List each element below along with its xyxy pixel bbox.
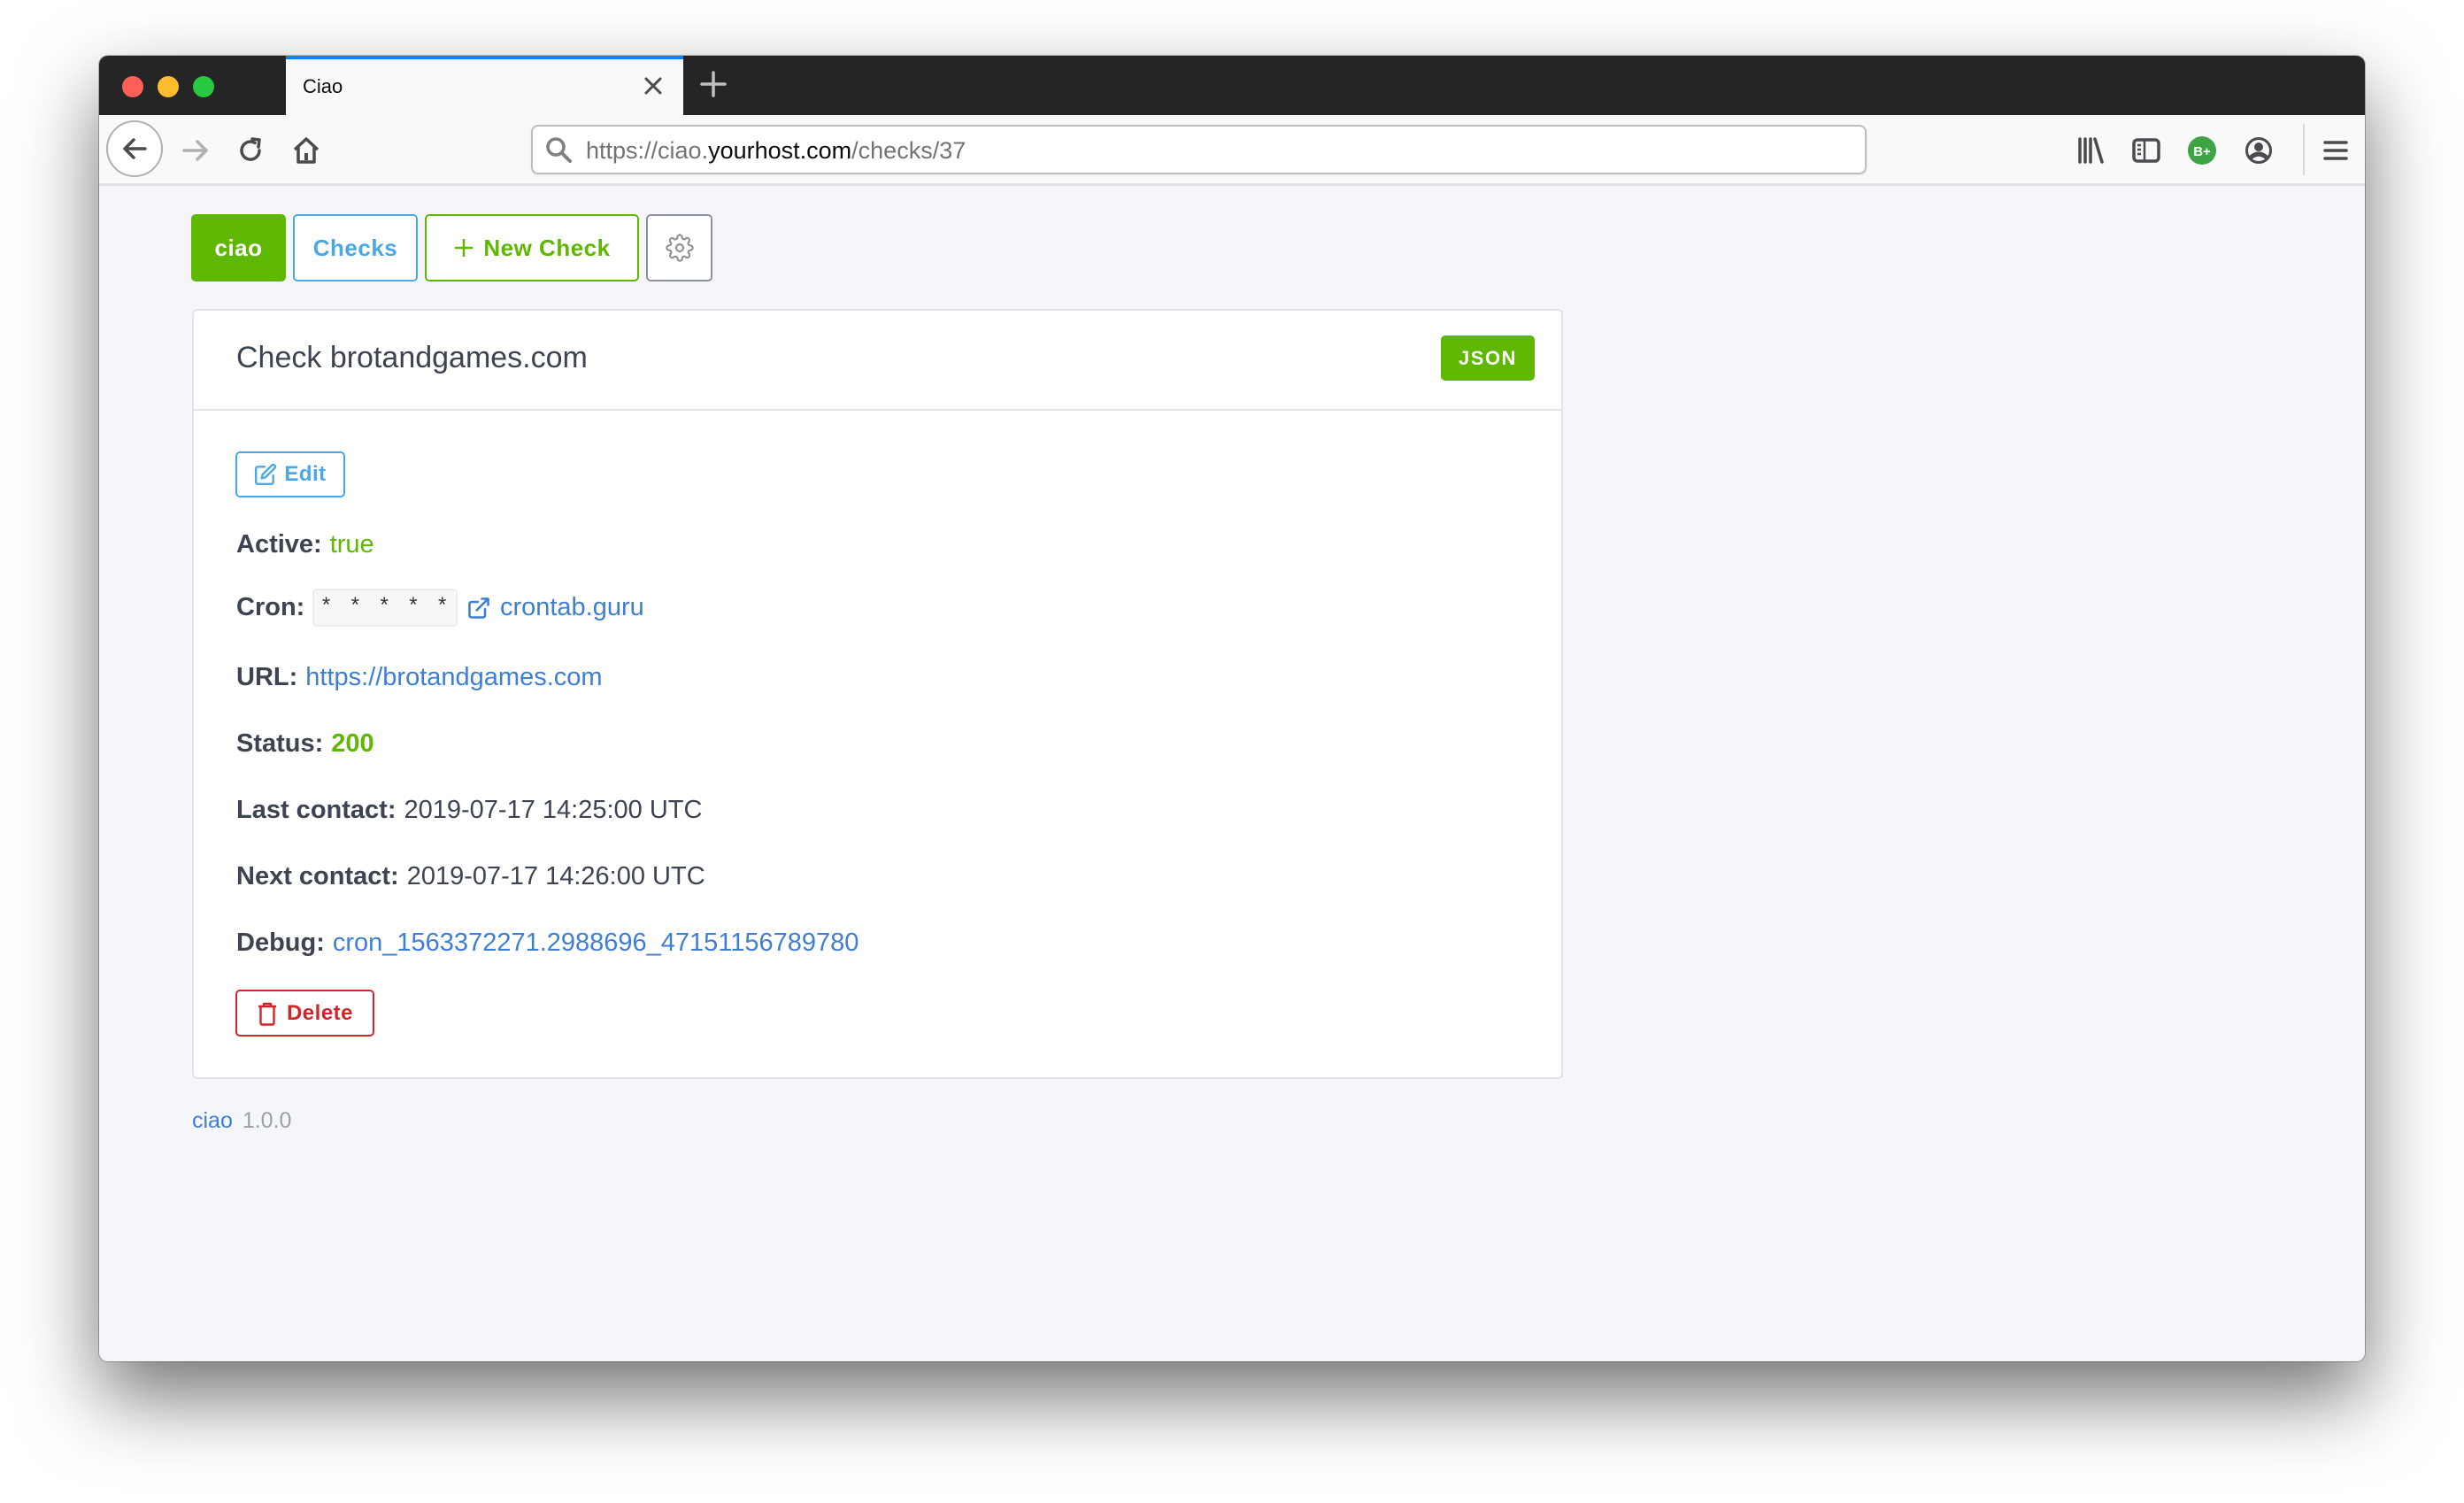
minimize-window-button[interactable] xyxy=(158,76,179,97)
library-icon[interactable] xyxy=(2071,131,2110,170)
settings-button[interactable] xyxy=(646,214,712,281)
url-host: yourhost.com xyxy=(708,137,852,164)
next-contact-label: Next contact: xyxy=(236,862,399,890)
cron-label: Cron: xyxy=(236,593,305,621)
field-active: Active: true xyxy=(236,530,374,559)
footer: ciao 1.0.0 xyxy=(192,1108,291,1134)
delete-button[interactable]: Delete xyxy=(235,990,374,1037)
browser-toolbar: https://ciao.yourhost.com/checks/37 B+ xyxy=(99,115,2365,186)
debug-label: Debug: xyxy=(236,929,325,957)
reload-icon[interactable] xyxy=(231,131,270,170)
status-label: Status: xyxy=(236,729,324,758)
field-cron: Cron: * * * * * crontab.guru xyxy=(236,589,644,627)
last-contact-label: Last contact: xyxy=(236,796,397,824)
next-contact-value: 2019-07-17 14:26:00 UTC xyxy=(406,862,705,890)
sidebar-icon[interactable] xyxy=(2127,131,2166,170)
url-path: /checks/37 xyxy=(851,137,966,164)
checks-button[interactable]: Checks xyxy=(293,214,418,281)
field-debug: Debug: cron_1563372271.2988696_471511567… xyxy=(236,929,859,958)
new-tab-icon[interactable] xyxy=(697,68,729,100)
brand-button[interactable]: ciao xyxy=(191,214,286,281)
gear-icon xyxy=(665,234,694,262)
back-icon[interactable] xyxy=(106,120,163,177)
last-contact-value: 2019-07-17 14:25:00 UTC xyxy=(404,796,703,824)
active-label: Active: xyxy=(236,530,322,559)
browser-window: Ciao https://ciao.yourhost.com/checks/37 xyxy=(99,56,2365,1361)
card-header: Check brotandgames.com JSON xyxy=(194,311,1561,411)
close-tab-icon[interactable] xyxy=(637,70,669,102)
trash-icon xyxy=(258,1002,276,1026)
extension-badge-label: B+ xyxy=(2193,144,2211,159)
url-text: https://ciao.yourhost.com/checks/37 xyxy=(586,137,966,165)
field-last-contact: Last contact: 2019-07-17 14:25:00 UTC xyxy=(236,796,702,825)
footer-app-link[interactable]: ciao xyxy=(192,1108,233,1133)
url-link[interactable]: https://brotandgames.com xyxy=(305,663,602,692)
active-value: true xyxy=(329,530,374,559)
address-bar[interactable]: https://ciao.yourhost.com/checks/37 xyxy=(531,125,1867,174)
field-next-contact: Next contact: 2019-07-17 14:26:00 UTC xyxy=(236,862,705,891)
plus-icon xyxy=(455,239,474,257)
check-card: Check brotandgames.com JSON Edit Active:… xyxy=(192,309,1563,1079)
external-link-icon xyxy=(468,597,489,619)
page-content: ciao Checks New Check Check brotandgames… xyxy=(99,186,2365,1361)
edit-icon xyxy=(255,463,277,486)
debug-link[interactable]: cron_1563372271.2988696_47151156789780 xyxy=(333,929,859,958)
delete-label: Delete xyxy=(286,1000,354,1025)
new-check-label: New Check xyxy=(483,234,611,261)
tab-title: Ciao xyxy=(303,75,343,97)
search-icon xyxy=(543,135,574,165)
menu-icon[interactable] xyxy=(2316,131,2355,170)
toolbar-separator xyxy=(2303,124,2305,175)
url-scheme: https://ciao. xyxy=(586,137,709,164)
maximize-window-button[interactable] xyxy=(193,76,214,97)
json-button[interactable]: JSON xyxy=(1441,335,1535,381)
field-url: URL: https://brotandgames.com xyxy=(236,663,603,692)
field-status: Status: 200 xyxy=(236,729,374,759)
edit-label: Edit xyxy=(284,462,327,486)
extension-badge-icon[interactable]: B+ xyxy=(2183,131,2221,170)
account-icon[interactable] xyxy=(2239,131,2278,170)
crontab-guru-link[interactable]: crontab.guru xyxy=(500,593,644,622)
home-icon[interactable] xyxy=(287,131,326,170)
browser-tab[interactable]: Ciao xyxy=(286,56,683,115)
close-window-button[interactable] xyxy=(122,76,143,97)
tab-strip: Ciao xyxy=(99,56,2365,115)
cron-value: * * * * * xyxy=(312,589,458,627)
url-label: URL: xyxy=(236,663,298,691)
footer-version: 1.0.0 xyxy=(242,1108,292,1133)
forward-icon[interactable] xyxy=(177,131,216,170)
new-check-button[interactable]: New Check xyxy=(425,214,639,281)
edit-button[interactable]: Edit xyxy=(235,451,345,497)
status-value: 200 xyxy=(331,729,374,758)
app-nav: ciao Checks New Check xyxy=(191,214,712,281)
check-title: Check brotandgames.com xyxy=(236,341,588,374)
